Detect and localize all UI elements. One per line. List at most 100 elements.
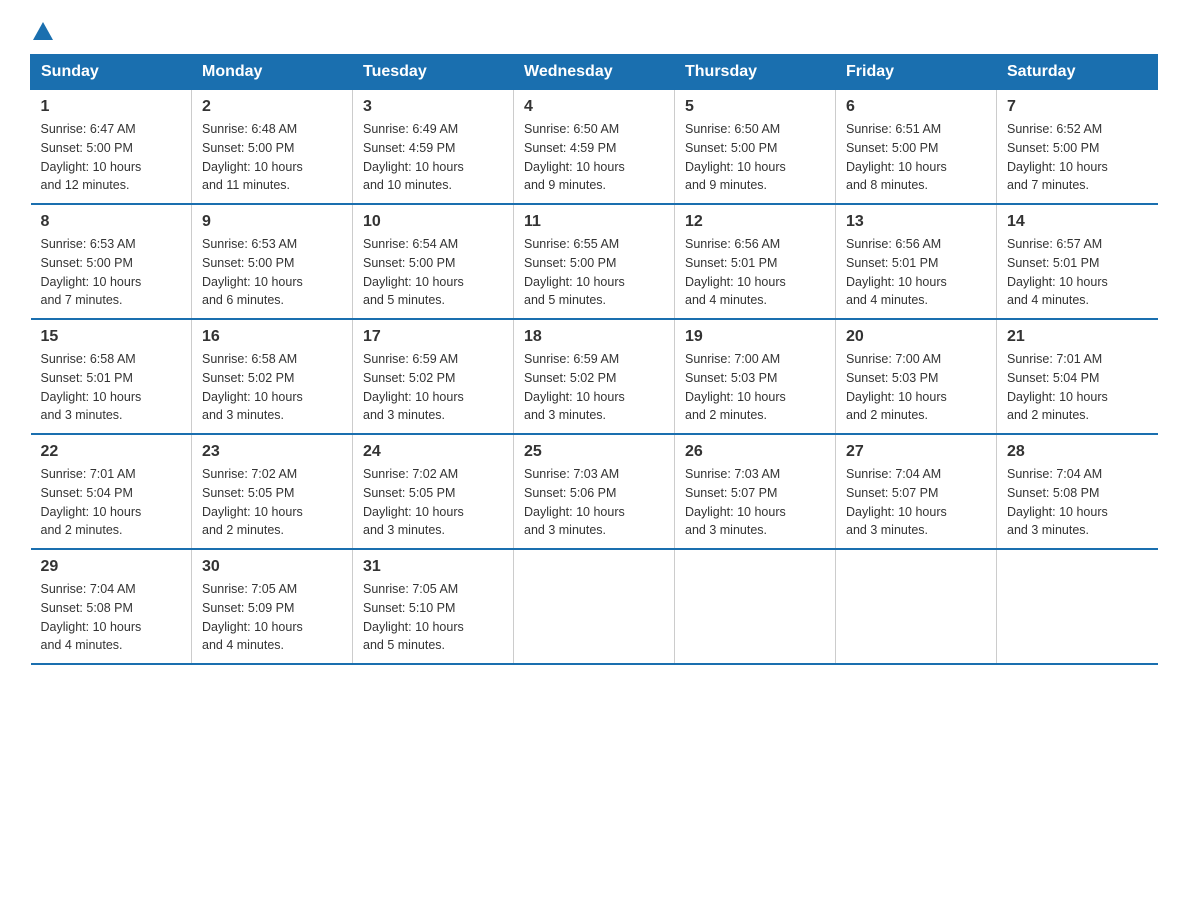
cell-week5-day2: 31 Sunrise: 7:05 AM Sunset: 5:10 PM Dayl… [353, 549, 514, 664]
cell-week4-day5: 27 Sunrise: 7:04 AM Sunset: 5:07 PM Dayl… [836, 434, 997, 549]
day-info: Sunrise: 7:00 AM Sunset: 5:03 PM Dayligh… [846, 350, 986, 425]
day-number: 11 [524, 213, 664, 231]
day-info: Sunrise: 6:55 AM Sunset: 5:00 PM Dayligh… [524, 235, 664, 310]
day-number: 17 [363, 328, 503, 346]
week-row-5: 29 Sunrise: 7:04 AM Sunset: 5:08 PM Dayl… [31, 549, 1158, 664]
day-number: 30 [202, 558, 342, 576]
cell-week5-day3 [514, 549, 675, 664]
day-info: Sunrise: 7:03 AM Sunset: 5:07 PM Dayligh… [685, 465, 825, 540]
day-number: 5 [685, 98, 825, 116]
day-number: 7 [1007, 98, 1148, 116]
logo [30, 20, 54, 38]
week-row-2: 8 Sunrise: 6:53 AM Sunset: 5:00 PM Dayli… [31, 204, 1158, 319]
day-info: Sunrise: 6:54 AM Sunset: 5:00 PM Dayligh… [363, 235, 503, 310]
page-header [30, 20, 1158, 38]
header-wednesday: Wednesday [514, 55, 675, 90]
day-number: 24 [363, 443, 503, 461]
cell-week4-day3: 25 Sunrise: 7:03 AM Sunset: 5:06 PM Dayl… [514, 434, 675, 549]
day-number: 2 [202, 98, 342, 116]
logo-triangle-icon [32, 20, 54, 42]
day-number: 14 [1007, 213, 1148, 231]
day-info: Sunrise: 6:50 AM Sunset: 5:00 PM Dayligh… [685, 120, 825, 195]
day-number: 21 [1007, 328, 1148, 346]
cell-week5-day4 [675, 549, 836, 664]
day-number: 22 [41, 443, 182, 461]
day-number: 20 [846, 328, 986, 346]
day-number: 26 [685, 443, 825, 461]
day-number: 23 [202, 443, 342, 461]
cell-week2-day6: 14 Sunrise: 6:57 AM Sunset: 5:01 PM Dayl… [997, 204, 1158, 319]
day-info: Sunrise: 6:53 AM Sunset: 5:00 PM Dayligh… [41, 235, 182, 310]
week-row-3: 15 Sunrise: 6:58 AM Sunset: 5:01 PM Dayl… [31, 319, 1158, 434]
day-info: Sunrise: 7:01 AM Sunset: 5:04 PM Dayligh… [1007, 350, 1148, 425]
day-info: Sunrise: 6:53 AM Sunset: 5:00 PM Dayligh… [202, 235, 342, 310]
day-number: 9 [202, 213, 342, 231]
header-tuesday: Tuesday [353, 55, 514, 90]
day-info: Sunrise: 7:05 AM Sunset: 5:09 PM Dayligh… [202, 580, 342, 655]
day-number: 10 [363, 213, 503, 231]
day-info: Sunrise: 7:02 AM Sunset: 5:05 PM Dayligh… [363, 465, 503, 540]
day-info: Sunrise: 6:52 AM Sunset: 5:00 PM Dayligh… [1007, 120, 1148, 195]
day-info: Sunrise: 6:58 AM Sunset: 5:01 PM Dayligh… [41, 350, 182, 425]
day-info: Sunrise: 6:59 AM Sunset: 5:02 PM Dayligh… [524, 350, 664, 425]
header-friday: Friday [836, 55, 997, 90]
day-number: 6 [846, 98, 986, 116]
cell-week1-day5: 6 Sunrise: 6:51 AM Sunset: 5:00 PM Dayli… [836, 90, 997, 205]
week-row-1: 1 Sunrise: 6:47 AM Sunset: 5:00 PM Dayli… [31, 90, 1158, 205]
cell-week1-day0: 1 Sunrise: 6:47 AM Sunset: 5:00 PM Dayli… [31, 90, 192, 205]
cell-week5-day1: 30 Sunrise: 7:05 AM Sunset: 5:09 PM Dayl… [192, 549, 353, 664]
header-saturday: Saturday [997, 55, 1158, 90]
cell-week2-day1: 9 Sunrise: 6:53 AM Sunset: 5:00 PM Dayli… [192, 204, 353, 319]
day-number: 4 [524, 98, 664, 116]
cell-week3-day1: 16 Sunrise: 6:58 AM Sunset: 5:02 PM Dayl… [192, 319, 353, 434]
day-info: Sunrise: 6:50 AM Sunset: 4:59 PM Dayligh… [524, 120, 664, 195]
cell-week4-day2: 24 Sunrise: 7:02 AM Sunset: 5:05 PM Dayl… [353, 434, 514, 549]
cell-week5-day5 [836, 549, 997, 664]
cell-week1-day3: 4 Sunrise: 6:50 AM Sunset: 4:59 PM Dayli… [514, 90, 675, 205]
day-info: Sunrise: 6:59 AM Sunset: 5:02 PM Dayligh… [363, 350, 503, 425]
day-number: 18 [524, 328, 664, 346]
day-info: Sunrise: 6:56 AM Sunset: 5:01 PM Dayligh… [846, 235, 986, 310]
day-info: Sunrise: 6:48 AM Sunset: 5:00 PM Dayligh… [202, 120, 342, 195]
cell-week1-day2: 3 Sunrise: 6:49 AM Sunset: 4:59 PM Dayli… [353, 90, 514, 205]
day-info: Sunrise: 7:04 AM Sunset: 5:08 PM Dayligh… [1007, 465, 1148, 540]
day-info: Sunrise: 7:05 AM Sunset: 5:10 PM Dayligh… [363, 580, 503, 655]
cell-week4-day1: 23 Sunrise: 7:02 AM Sunset: 5:05 PM Dayl… [192, 434, 353, 549]
cell-week3-day6: 21 Sunrise: 7:01 AM Sunset: 5:04 PM Dayl… [997, 319, 1158, 434]
day-number: 12 [685, 213, 825, 231]
cell-week2-day2: 10 Sunrise: 6:54 AM Sunset: 5:00 PM Dayl… [353, 204, 514, 319]
day-info: Sunrise: 6:47 AM Sunset: 5:00 PM Dayligh… [41, 120, 182, 195]
week-row-4: 22 Sunrise: 7:01 AM Sunset: 5:04 PM Dayl… [31, 434, 1158, 549]
day-number: 8 [41, 213, 182, 231]
cell-week3-day4: 19 Sunrise: 7:00 AM Sunset: 5:03 PM Dayl… [675, 319, 836, 434]
cell-week2-day3: 11 Sunrise: 6:55 AM Sunset: 5:00 PM Dayl… [514, 204, 675, 319]
day-info: Sunrise: 7:03 AM Sunset: 5:06 PM Dayligh… [524, 465, 664, 540]
day-number: 19 [685, 328, 825, 346]
cell-week3-day5: 20 Sunrise: 7:00 AM Sunset: 5:03 PM Dayl… [836, 319, 997, 434]
day-header-row: SundayMondayTuesdayWednesdayThursdayFrid… [31, 55, 1158, 90]
day-info: Sunrise: 6:58 AM Sunset: 5:02 PM Dayligh… [202, 350, 342, 425]
day-info: Sunrise: 7:04 AM Sunset: 5:08 PM Dayligh… [41, 580, 182, 655]
day-info: Sunrise: 7:02 AM Sunset: 5:05 PM Dayligh… [202, 465, 342, 540]
cell-week1-day6: 7 Sunrise: 6:52 AM Sunset: 5:00 PM Dayli… [997, 90, 1158, 205]
cell-week2-day5: 13 Sunrise: 6:56 AM Sunset: 5:01 PM Dayl… [836, 204, 997, 319]
cell-week2-day0: 8 Sunrise: 6:53 AM Sunset: 5:00 PM Dayli… [31, 204, 192, 319]
day-info: Sunrise: 6:56 AM Sunset: 5:01 PM Dayligh… [685, 235, 825, 310]
cell-week2-day4: 12 Sunrise: 6:56 AM Sunset: 5:01 PM Dayl… [675, 204, 836, 319]
day-info: Sunrise: 7:00 AM Sunset: 5:03 PM Dayligh… [685, 350, 825, 425]
cell-week4-day6: 28 Sunrise: 7:04 AM Sunset: 5:08 PM Dayl… [997, 434, 1158, 549]
cell-week3-day0: 15 Sunrise: 6:58 AM Sunset: 5:01 PM Dayl… [31, 319, 192, 434]
cell-week3-day2: 17 Sunrise: 6:59 AM Sunset: 5:02 PM Dayl… [353, 319, 514, 434]
day-number: 16 [202, 328, 342, 346]
day-number: 27 [846, 443, 986, 461]
day-number: 3 [363, 98, 503, 116]
cell-week1-day1: 2 Sunrise: 6:48 AM Sunset: 5:00 PM Dayli… [192, 90, 353, 205]
header-monday: Monday [192, 55, 353, 90]
day-info: Sunrise: 6:57 AM Sunset: 5:01 PM Dayligh… [1007, 235, 1148, 310]
cell-week4-day0: 22 Sunrise: 7:01 AM Sunset: 5:04 PM Dayl… [31, 434, 192, 549]
day-info: Sunrise: 7:04 AM Sunset: 5:07 PM Dayligh… [846, 465, 986, 540]
header-thursday: Thursday [675, 55, 836, 90]
day-number: 1 [41, 98, 182, 116]
day-number: 29 [41, 558, 182, 576]
day-number: 13 [846, 213, 986, 231]
